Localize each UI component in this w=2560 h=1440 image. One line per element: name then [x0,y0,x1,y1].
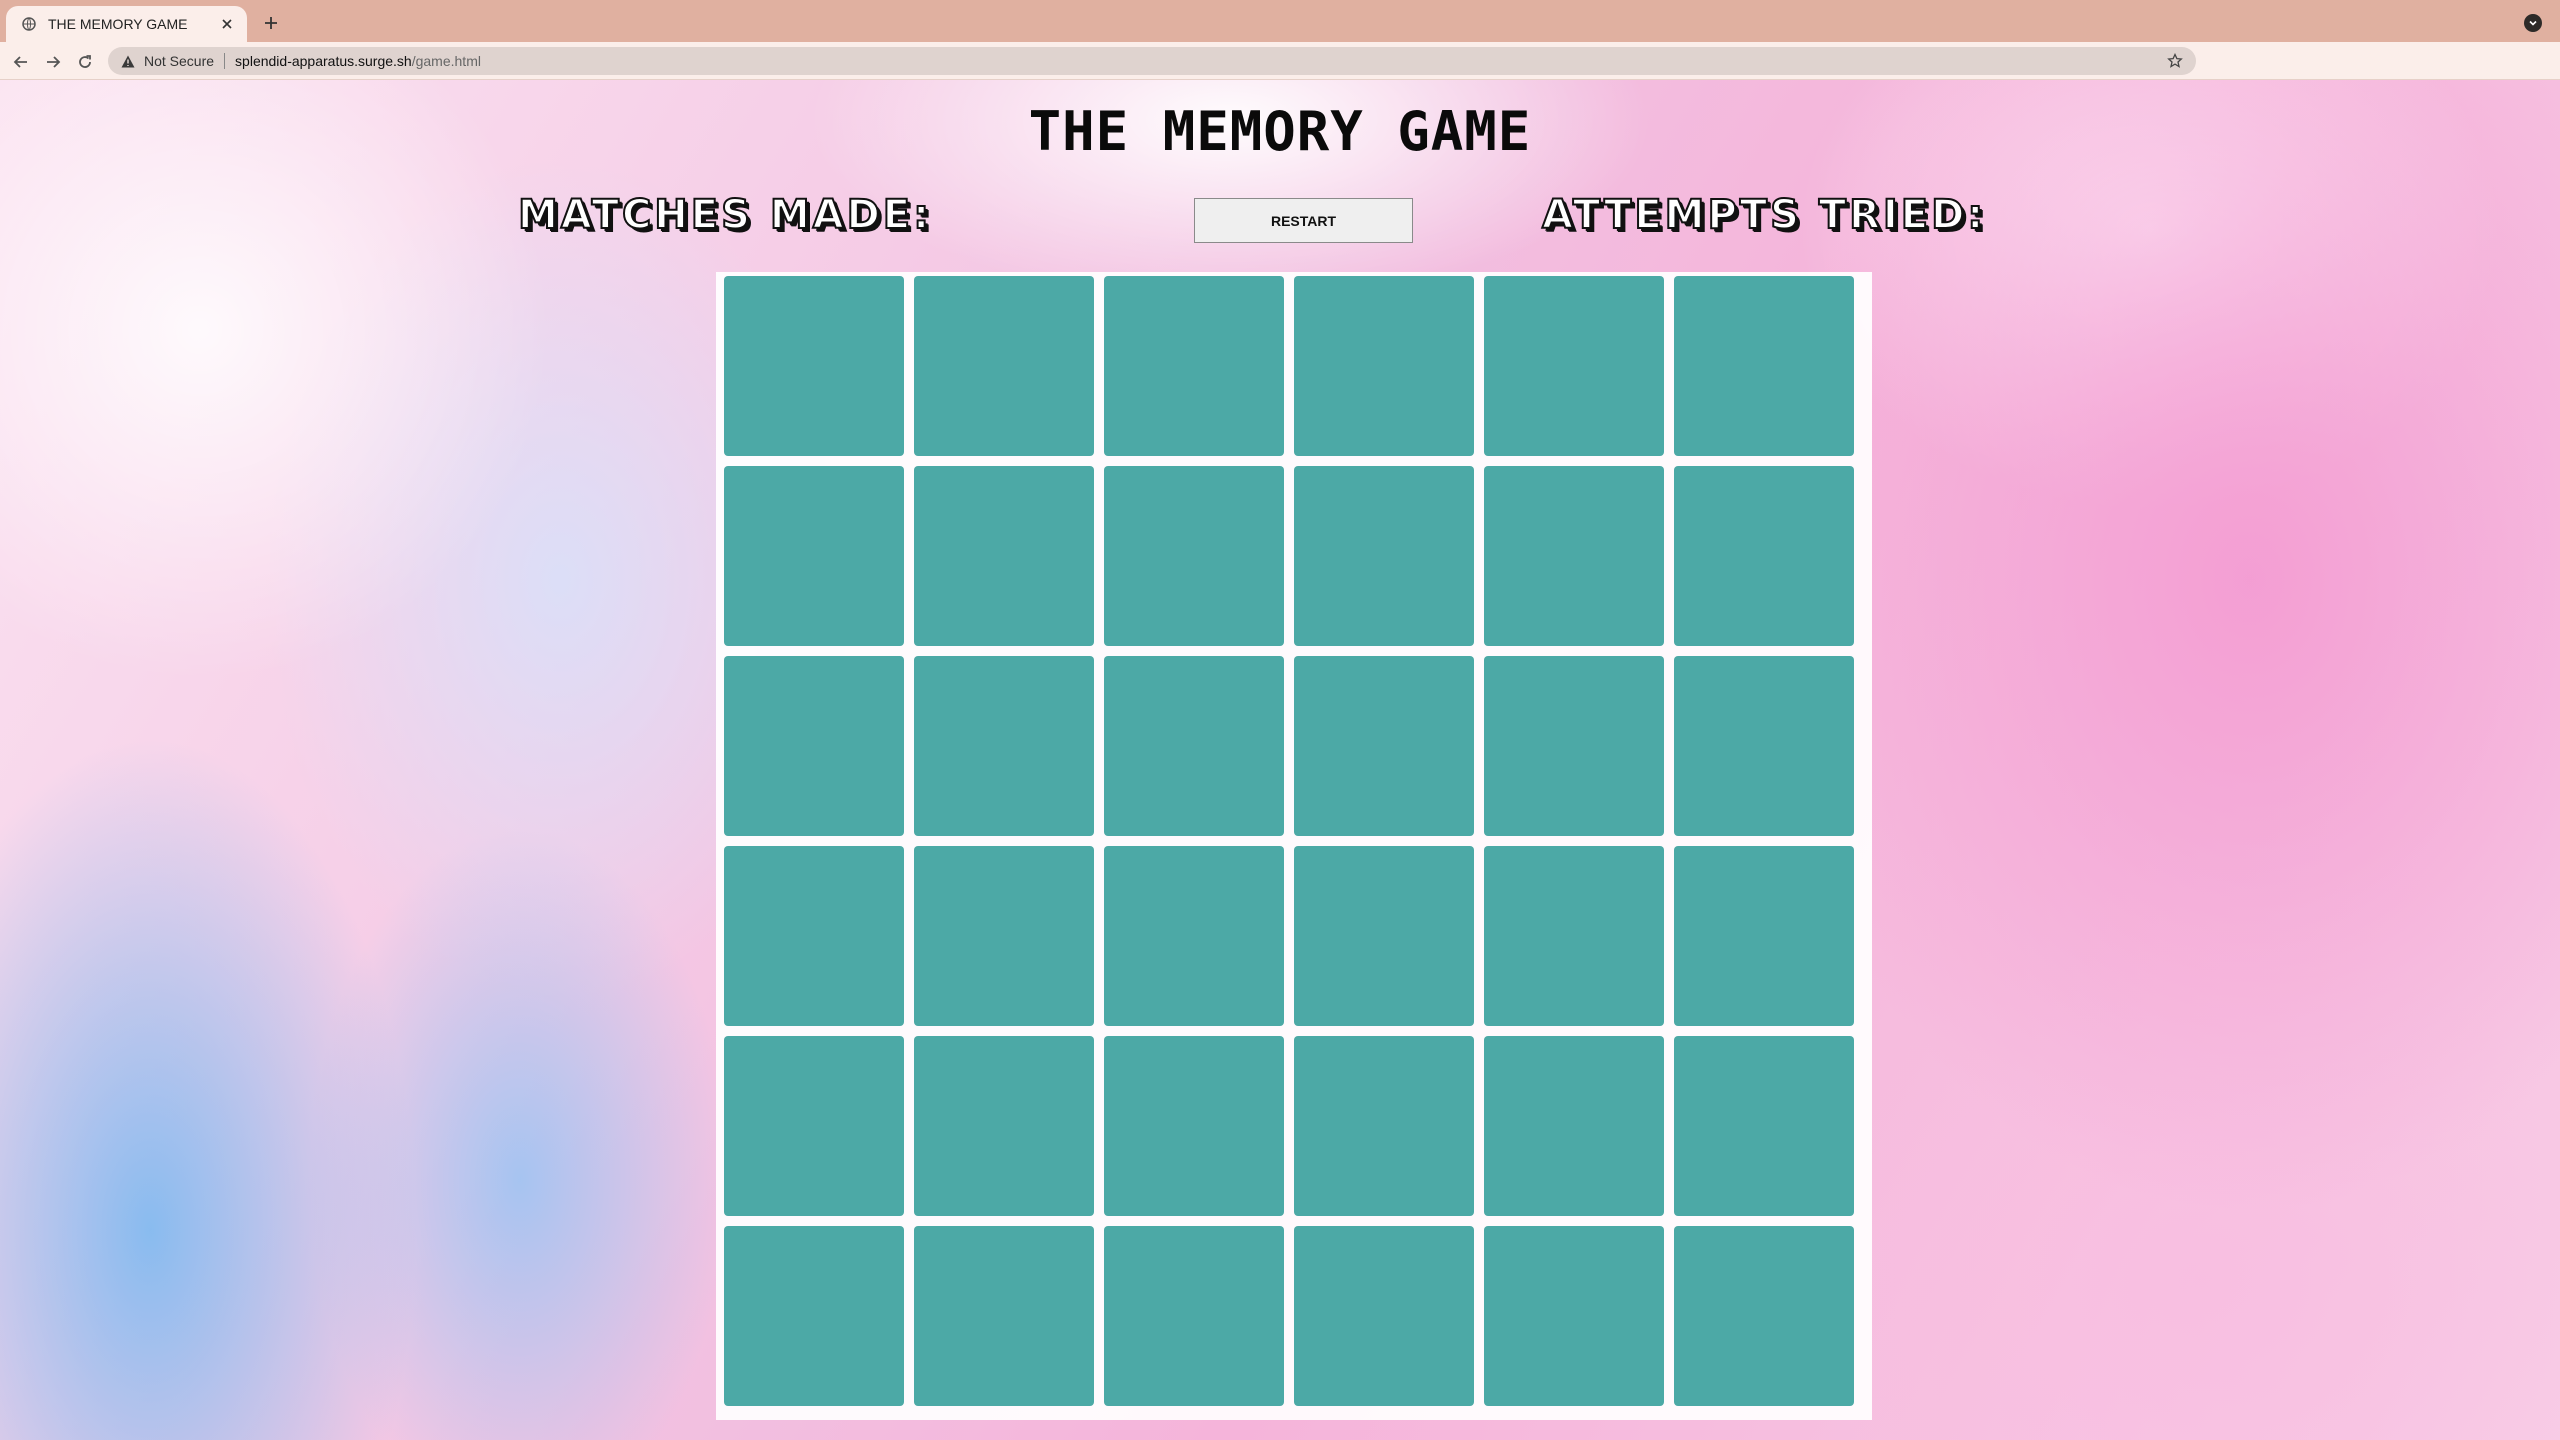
memory-card[interactable] [1294,276,1474,456]
memory-card[interactable] [724,656,904,836]
memory-card[interactable] [1484,846,1664,1026]
memory-card[interactable] [724,466,904,646]
memory-card[interactable] [1674,276,1854,456]
forward-button[interactable] [42,51,64,73]
memory-card[interactable] [914,1226,1094,1406]
memory-card[interactable] [1484,276,1664,456]
restart-button[interactable]: RESTART [1194,198,1413,243]
tab-title: THE MEMORY GAME [48,16,188,32]
browser-tab-bar: THE MEMORY GAME [0,0,2560,42]
memory-card[interactable] [1674,846,1854,1026]
memory-card[interactable] [1294,466,1474,646]
url-path: /game.html [411,53,481,69]
memory-card[interactable] [914,656,1094,836]
page-viewport: THE MEMORY GAME MATCHES MADE: RESTART AT… [0,80,2560,1440]
memory-card[interactable] [1294,846,1474,1026]
tab-search-button[interactable] [2524,14,2542,32]
memory-card[interactable] [914,276,1094,456]
memory-card[interactable] [1104,466,1284,646]
address-bar[interactable]: Not Secure splendid-apparatus.surge.sh/g… [108,47,2196,75]
memory-card[interactable] [1484,1036,1664,1216]
memory-card[interactable] [1674,1226,1854,1406]
memory-card[interactable] [914,846,1094,1026]
memory-card[interactable] [1294,656,1474,836]
arrow-left-icon [13,56,27,68]
memory-card[interactable] [1294,1226,1474,1406]
chevron-down-icon [2529,20,2537,26]
url-host: splendid-apparatus.surge.sh [235,53,412,69]
memory-card[interactable] [1674,656,1854,836]
matches-made-label: MATCHES MADE: [517,191,933,239]
attempts-tried-label: ATTEMPTS TRIED: [1541,191,1987,239]
memory-card[interactable] [1674,466,1854,646]
back-button[interactable] [10,51,32,73]
memory-card[interactable] [1104,276,1284,456]
browser-tab[interactable]: THE MEMORY GAME [6,6,247,42]
memory-card[interactable] [724,1226,904,1406]
plus-icon [265,17,277,29]
browser-toolbar: Not Secure splendid-apparatus.surge.sh/g… [0,42,2560,112]
warning-icon[interactable] [120,53,136,69]
page-title: THE MEMORY GAME [1028,100,1532,163]
memory-card[interactable] [1484,656,1664,836]
security-label[interactable]: Not Secure [144,53,214,69]
card-board [716,272,1872,1420]
globe-icon [20,15,38,33]
close-icon[interactable] [217,14,237,34]
arrow-right-icon [47,56,61,68]
memory-card[interactable] [1104,1226,1284,1406]
memory-card[interactable] [1104,1036,1284,1216]
bookmark-star-icon[interactable] [2166,52,2184,70]
memory-card[interactable] [914,1036,1094,1216]
memory-card[interactable] [1104,846,1284,1026]
memory-card[interactable] [1674,1036,1854,1216]
divider [224,53,226,69]
memory-card[interactable] [1484,1226,1664,1406]
new-tab-button[interactable] [258,10,284,36]
memory-card[interactable] [1484,466,1664,646]
memory-card[interactable] [724,1036,904,1216]
memory-card[interactable] [724,846,904,1026]
memory-card[interactable] [914,466,1094,646]
memory-card[interactable] [1294,1036,1474,1216]
memory-card[interactable] [1104,656,1284,836]
reload-icon [79,55,91,68]
memory-card[interactable] [724,276,904,456]
reload-button[interactable] [74,51,96,73]
